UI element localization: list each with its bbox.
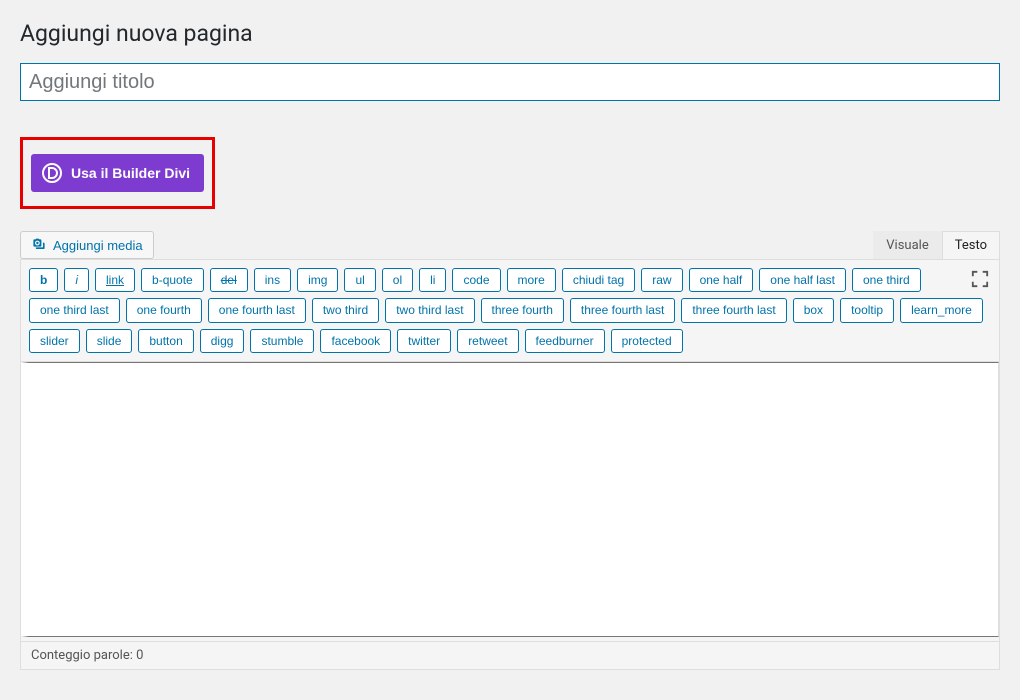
tab-visual[interactable]: Visuale	[873, 231, 941, 259]
qt-one-half-button[interactable]: one half	[689, 268, 754, 292]
qt-ins-button[interactable]: ins	[254, 268, 291, 292]
qt-learn-more-button[interactable]: learn_more	[900, 298, 983, 322]
use-divi-builder-button[interactable]: Usa il Builder Divi	[31, 154, 204, 192]
qt-li-button[interactable]: li	[419, 268, 446, 292]
qt-more-button[interactable]: more	[507, 268, 556, 292]
qt-del-button[interactable]: del	[210, 268, 248, 292]
qt-italic-button[interactable]: i	[64, 268, 89, 292]
qt-three-fourth-last2-button[interactable]: three fourth last	[681, 298, 786, 322]
qt-one-half-last-button[interactable]: one half last	[759, 268, 846, 292]
quicktags-toolbar: b i link b-quote del ins img ul ol li co…	[21, 260, 999, 362]
editor-status-bar: Conteggio parole: 0	[21, 641, 999, 669]
qt-feedburner-button[interactable]: feedburner	[525, 329, 605, 353]
qt-one-third-last-button[interactable]: one third last	[29, 298, 120, 322]
qt-slider-button[interactable]: slider	[29, 329, 80, 353]
qt-facebook-button[interactable]: facebook	[320, 329, 391, 353]
post-title-input[interactable]	[20, 63, 1000, 101]
qt-img-button[interactable]: img	[297, 268, 338, 292]
qt-twitter-button[interactable]: twitter	[397, 329, 451, 353]
qt-link-button[interactable]: link	[95, 268, 135, 292]
page-title: Aggiungi nuova pagina	[20, 20, 1000, 47]
qt-three-fourth-last-button[interactable]: three fourth last	[570, 298, 675, 322]
qt-stumble-button[interactable]: stumble	[250, 329, 314, 353]
qt-bquote-button[interactable]: b-quote	[141, 268, 204, 292]
media-icon	[31, 237, 47, 253]
qt-button-button[interactable]: button	[138, 329, 193, 353]
qt-two-third-last-button[interactable]: two third last	[385, 298, 474, 322]
qt-tooltip-button[interactable]: tooltip	[840, 298, 894, 322]
qt-slide-button[interactable]: slide	[86, 329, 133, 353]
add-media-button[interactable]: Aggiungi media	[20, 231, 154, 259]
word-count-label: Conteggio parole: 0	[31, 648, 143, 663]
qt-bold-button[interactable]: b	[29, 268, 58, 292]
qt-two-third-button[interactable]: two third	[312, 298, 379, 322]
qt-one-third-button[interactable]: one third	[852, 268, 921, 292]
qt-three-fourth-button[interactable]: three fourth	[481, 298, 564, 322]
add-media-label: Aggiungi media	[53, 238, 143, 253]
qt-raw-button[interactable]: raw	[641, 268, 682, 292]
divi-highlight-box: Usa il Builder Divi	[20, 137, 215, 209]
qt-digg-button[interactable]: digg	[200, 329, 245, 353]
qt-one-fourth-button[interactable]: one fourth	[126, 298, 202, 322]
fullscreen-icon[interactable]	[971, 270, 989, 292]
divi-logo-icon	[41, 162, 63, 184]
qt-close-tags-button[interactable]: chiudi tag	[562, 268, 635, 292]
divi-button-label: Usa il Builder Divi	[71, 165, 190, 181]
content-textarea[interactable]	[21, 362, 999, 637]
qt-retweet-button[interactable]: retweet	[457, 329, 518, 353]
qt-code-button[interactable]: code	[452, 268, 500, 292]
qt-box-button[interactable]: box	[793, 298, 834, 322]
qt-one-fourth-last-button[interactable]: one fourth last	[208, 298, 306, 322]
editor-container: b i link b-quote del ins img ul ol li co…	[20, 259, 1000, 670]
qt-protected-button[interactable]: protected	[611, 329, 683, 353]
qt-ol-button[interactable]: ol	[382, 268, 413, 292]
editor-mode-tabs: Visuale Testo	[873, 231, 1000, 259]
qt-ul-button[interactable]: ul	[344, 268, 375, 292]
tab-text[interactable]: Testo	[942, 231, 1000, 259]
